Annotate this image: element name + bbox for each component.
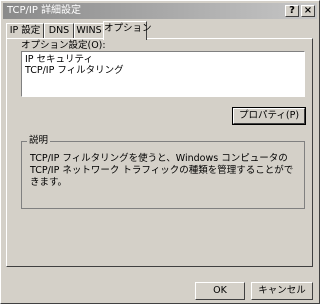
help-button[interactable]: ? [285, 5, 299, 17]
tcpip-advanced-dialog: TCP/IP 詳細設定 ? × IP 設定 DNS WINS オプション オプシ… [0, 0, 320, 304]
tab-strip: IP 設定 DNS WINS オプション [6, 21, 316, 40]
tab-wins[interactable]: WINS [74, 23, 104, 39]
description-group: 説明 TCP/IP フィルタリングを使うと、Windows コンピュータの TC… [21, 135, 305, 209]
tab-ip-settings[interactable]: IP 設定 [6, 23, 44, 39]
close-button[interactable]: × [301, 5, 315, 17]
description-legend: 説明 [27, 135, 51, 147]
properties-button[interactable]: プロパティ(P) [232, 107, 306, 125]
list-item-tcpip-filtering[interactable]: TCP/IP フィルタリング [25, 65, 124, 76]
options-tab-panel: オプション設定(O): IP セキュリティ TCP/IP フィルタリング プロパ… [6, 38, 313, 267]
tab-options[interactable]: オプション [103, 21, 152, 40]
window-title: TCP/IP 詳細設定 [7, 5, 82, 16]
tab-dns[interactable]: DNS [44, 23, 74, 39]
cancel-button[interactable]: キャンセル [251, 282, 313, 300]
options-list[interactable]: IP セキュリティ TCP/IP フィルタリング [21, 51, 305, 97]
list-item-ip-security[interactable]: IP セキュリティ [25, 54, 93, 65]
title-bar[interactable]: TCP/IP 詳細設定 ? × [3, 3, 317, 19]
ok-button[interactable]: OK [195, 282, 245, 300]
description-text: TCP/IP フィルタリングを使うと、Windows コンピュータの TCP/I… [30, 153, 294, 188]
